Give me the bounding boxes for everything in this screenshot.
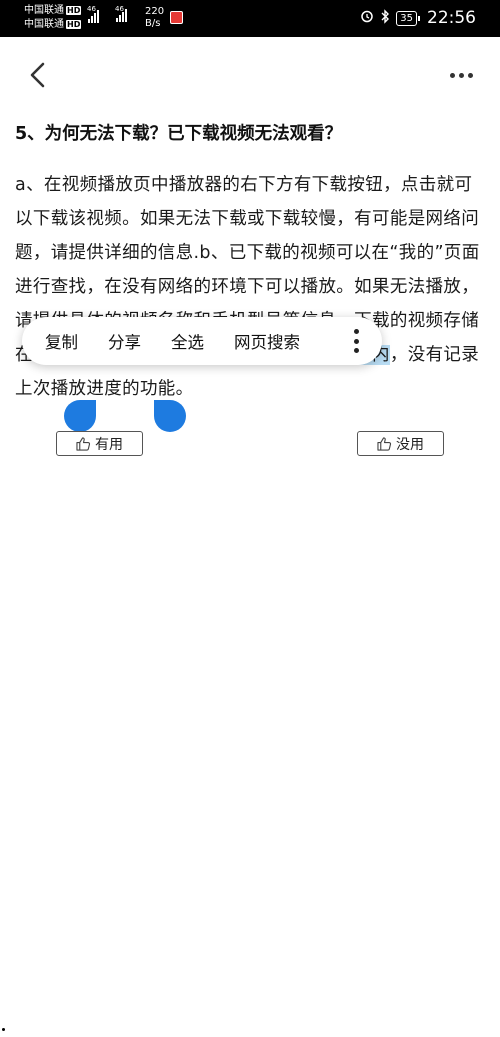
status-right: 35 22:56: [360, 8, 476, 28]
network-2-label: 46: [115, 5, 124, 13]
network-1-label: 46: [87, 5, 96, 13]
selection-handle-start[interactable]: [64, 400, 96, 432]
select-all-button[interactable]: 全选: [171, 329, 204, 353]
bottom-dot: [2, 1028, 5, 1031]
question-title: 5、为何无法下载？已下载视频无法观看？: [15, 124, 343, 144]
text-selection-menu: 复制 分享 全选 网页搜索: [22, 317, 382, 365]
carrier-2-label: 中国联通: [24, 19, 64, 30]
selection-handle-end[interactable]: [154, 400, 186, 432]
speed-unit: B/s: [145, 18, 161, 29]
carrier-1: 中国联通 HD: [24, 5, 82, 17]
carrier-1-label: 中国联通: [24, 5, 64, 16]
speed-value: 220: [145, 6, 165, 17]
status-bar: 中国联通 HD 中国联通 HD 46 46 220 B/s 35 22:56: [0, 0, 500, 37]
chevron-left-icon: [30, 62, 45, 88]
copy-button[interactable]: 复制: [45, 329, 78, 353]
useless-label: 没用: [396, 436, 424, 453]
more-horizontal-icon: [449, 72, 455, 78]
signal-1-icon: 46: [87, 5, 99, 23]
web-search-button[interactable]: 网页搜索: [234, 329, 300, 353]
more-button[interactable]: [448, 64, 474, 86]
notification-icon: [170, 11, 183, 24]
hd-badge: HD: [66, 20, 82, 29]
battery-icon: 35: [396, 10, 420, 26]
answer-text[interactable]: a、在视频播放页中播放器的右下方有下载按钮，点击就可以下载该视频。如果无法下载或…: [15, 168, 487, 406]
back-button[interactable]: [22, 60, 54, 92]
alarm-icon: [360, 9, 374, 27]
battery-level: 35: [400, 12, 413, 24]
thumbs-up-icon: [76, 436, 91, 451]
more-vertical-icon[interactable]: [349, 327, 363, 355]
clock: 22:56: [427, 8, 476, 28]
thumbs-up-icon: [377, 436, 392, 451]
useful-button[interactable]: 有用: [56, 431, 143, 456]
bluetooth-icon: [380, 8, 390, 28]
share-button[interactable]: 分享: [108, 329, 141, 353]
network-speed: 220 B/s: [145, 6, 164, 30]
signal-2-icon: 46: [115, 5, 127, 22]
carrier-2: 中国联通 HD: [24, 19, 82, 31]
useless-button[interactable]: 没用: [357, 431, 444, 456]
useful-label: 有用: [95, 436, 123, 453]
hd-badge: HD: [66, 6, 82, 15]
